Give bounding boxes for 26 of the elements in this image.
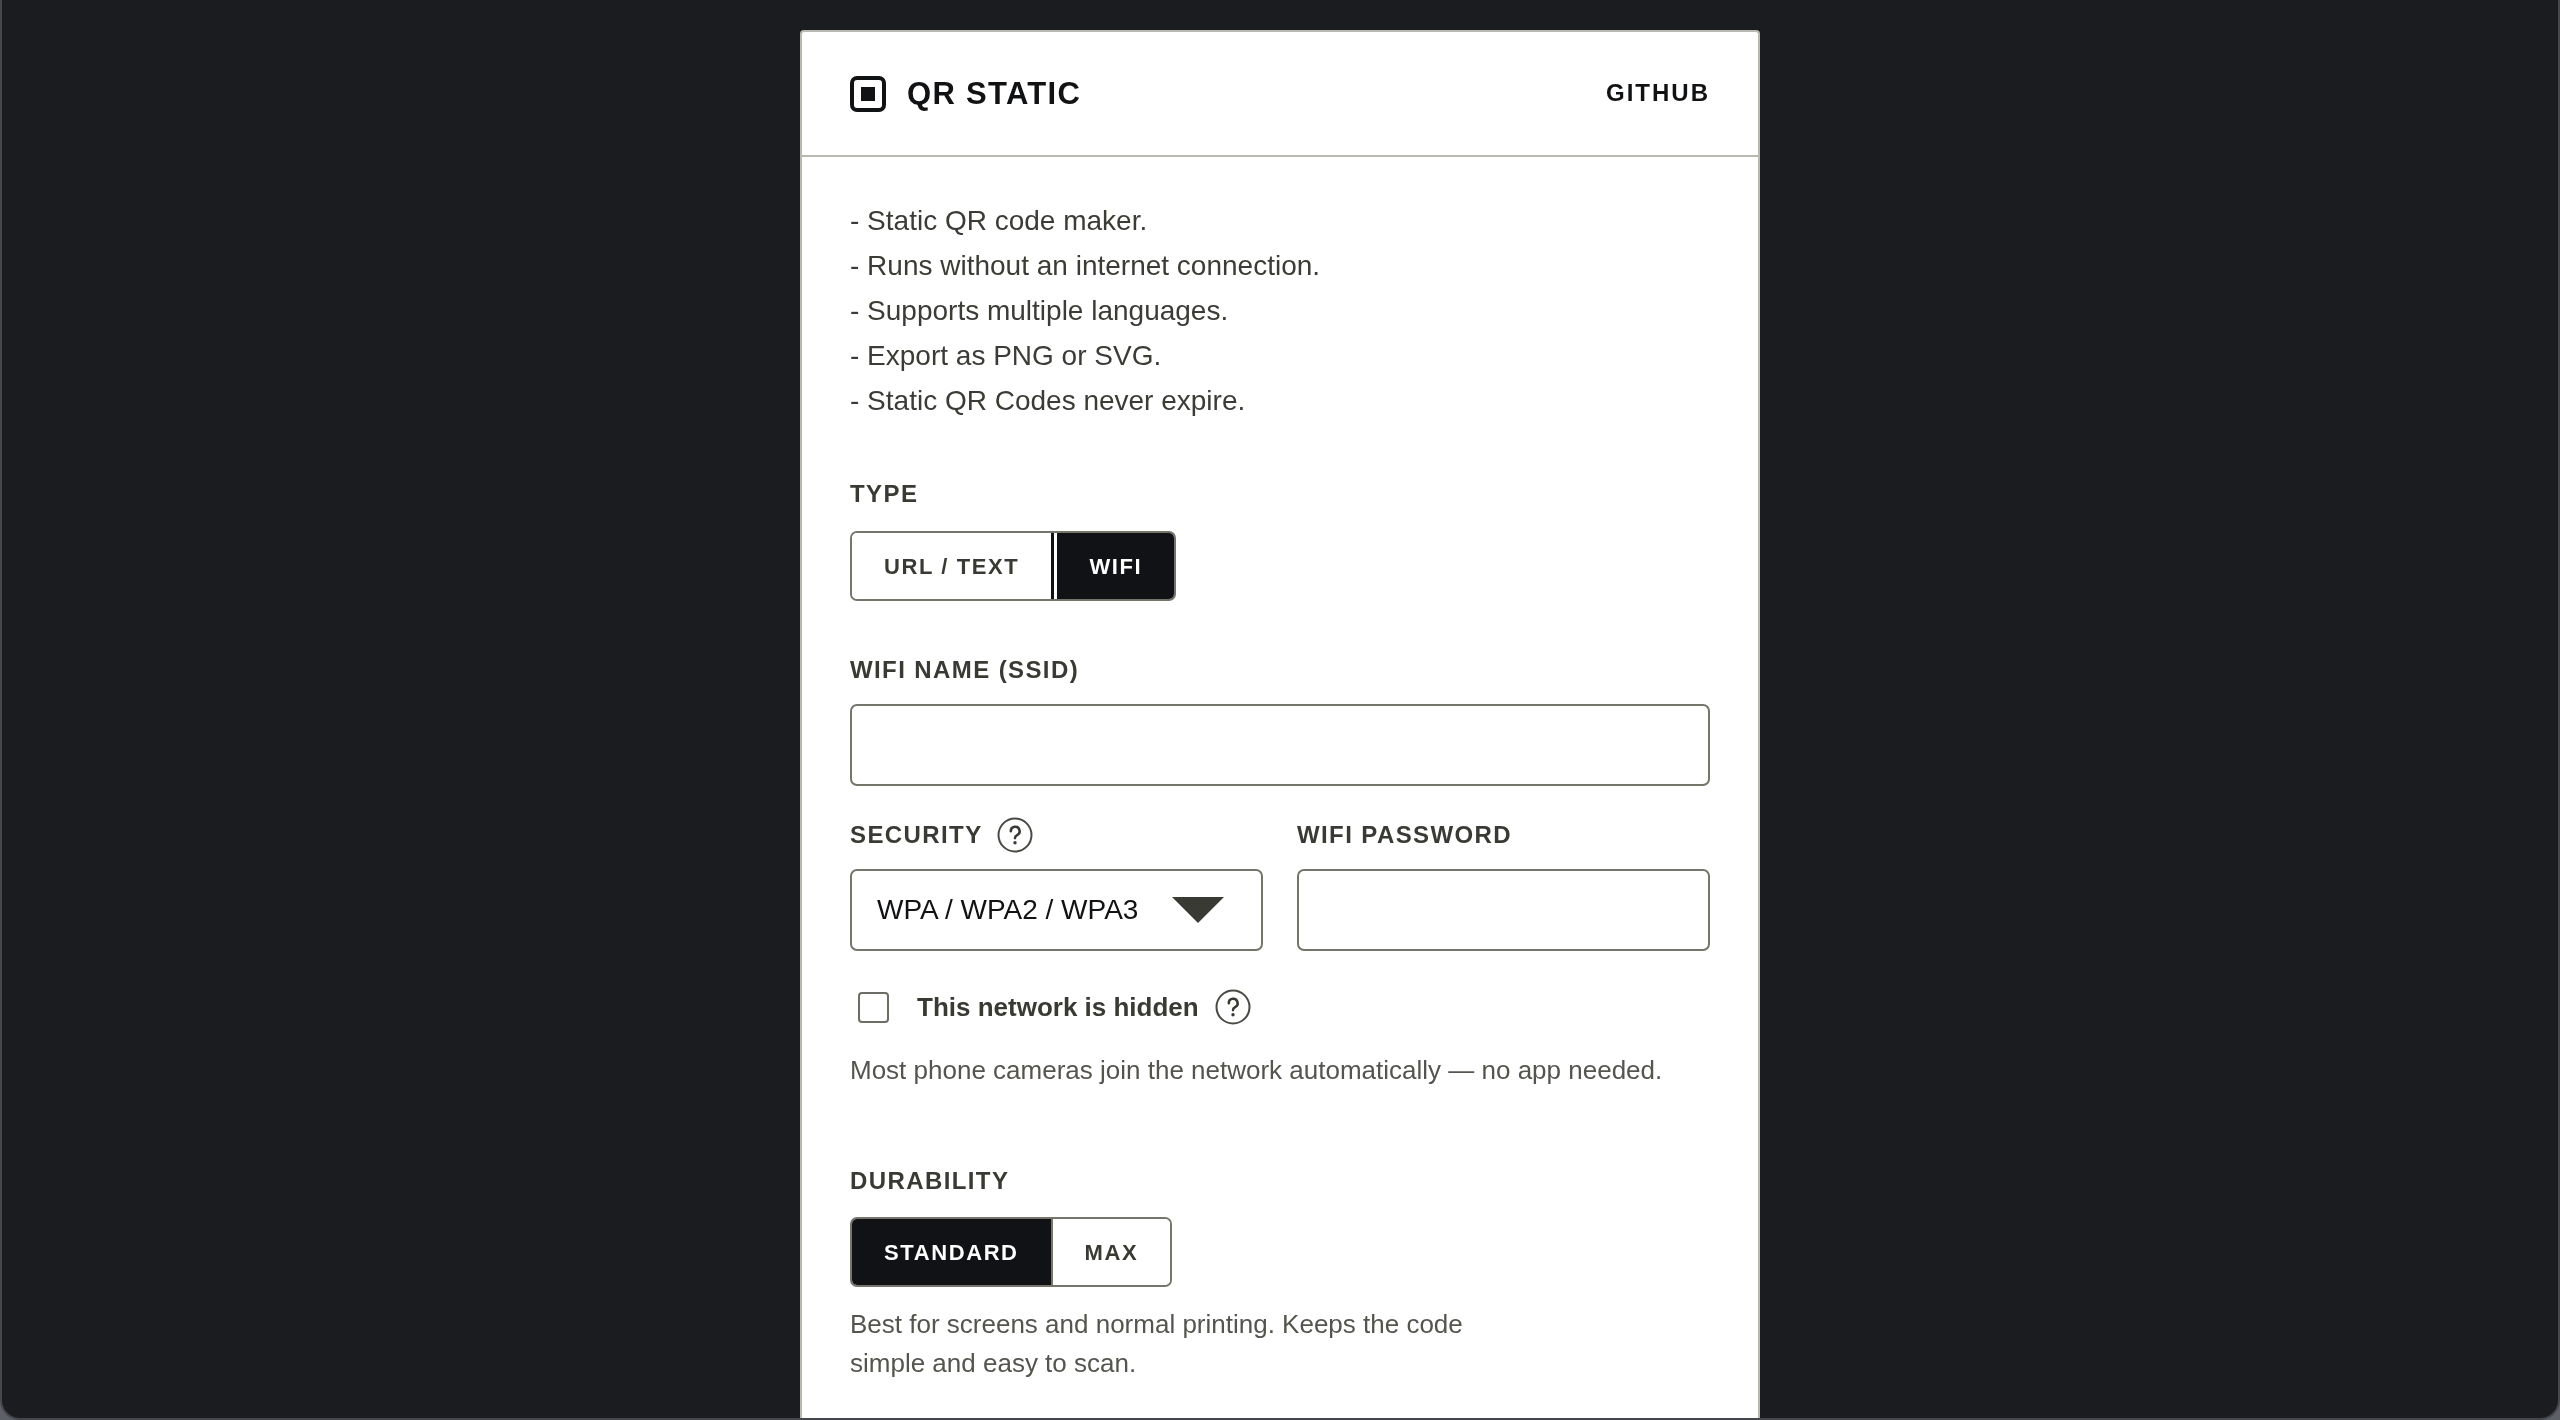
hidden-network-checkbox[interactable] [858, 991, 889, 1023]
toggle-option[interactable]: MAX [1050, 1219, 1171, 1285]
github-link[interactable]: GITHUB [1606, 79, 1710, 108]
wifi-password-field[interactable] [1297, 869, 1710, 951]
security-select[interactable]: WPA / WPA2 / WPA3 [850, 869, 1263, 951]
feature-line: - Export as PNG or SVG. [850, 339, 1163, 373]
feature-line: - Static QR Codes never expire. [850, 384, 1247, 418]
square-logo-icon [850, 75, 886, 112]
hidden-network-label[interactable]: This network is hidden [917, 987, 1199, 1027]
durability-label: DURABILITY [850, 1166, 1011, 1196]
feature-line: - Static QR code maker. [850, 204, 1149, 238]
help-icon[interactable] [1214, 989, 1251, 1025]
toggle-option[interactable]: STANDARD [852, 1219, 1051, 1285]
wifi-name-label: WIFI NAME (SSID) [850, 655, 1081, 685]
durability-description: Best for screens and normal printing. Keeps the code simple and easy to scan. [850, 1308, 1464, 1380]
feature-line: - Supports multiple languages. [850, 294, 1230, 328]
wifi-name-field[interactable] [850, 704, 1710, 786]
type-label: TYPE [850, 479, 920, 509]
security-label: SECURITY [850, 819, 983, 850]
caret-icon [1172, 897, 1224, 923]
toggle-option[interactable]: WIFI [1051, 533, 1175, 599]
app-title: QR STATIC [907, 74, 1082, 113]
hint-text: Most phone cameras join the network automatically — no app needed. [850, 1054, 1664, 1087]
feature-line: - Runs without an internet connection. [850, 249, 1322, 283]
help-icon[interactable] [996, 816, 1033, 853]
wifi-password-label: WIFI PASSWORD [1297, 819, 1513, 850]
